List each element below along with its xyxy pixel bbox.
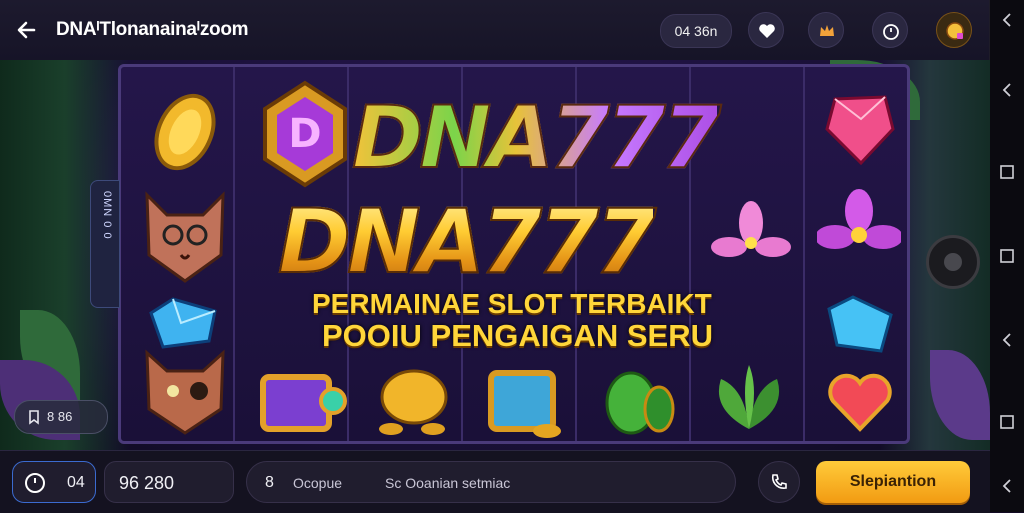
chat-input-placeholder: Sc Ooanian setmiac [385,475,511,491]
reel-divider [233,67,235,441]
recents-nav-icon[interactable] [999,248,1015,264]
green-melon-symbol [605,371,675,435]
game-stage[interactable]: D DNA777 DNA777 PERMAINAE SLOT TERBAIKT … [0,60,990,450]
red-heart-gem-symbol [828,373,892,432]
treasure-chest-symbol [488,370,561,438]
chevron-left-icon-2[interactable] [999,478,1015,494]
stage-info-chip[interactable]: 8 86 [14,400,108,434]
game-logo-main: DNA777 [277,189,657,294]
side-tab-label: 0MN 0 0 [101,191,113,240]
pink-diamond-symbol [825,95,895,166]
back-arrow-icon [17,21,36,39]
stage-chip-value: 8 86 [47,409,73,424]
pink-flower-symbol [817,189,901,249]
favorite-button[interactable] [748,12,784,48]
amount-text: 96 280 [119,473,175,493]
rank-badge-icon [946,22,964,40]
tagline-line-1: PERMAINAE SLOT TERBAIKT [312,288,712,319]
back-button[interactable] [12,14,44,46]
amount-pill[interactable]: 96 280 [104,461,234,503]
bookmark-icon [29,410,39,425]
orchid-flower-symbol [711,201,791,257]
timer-pill[interactable]: 04 [12,461,96,503]
vip-button[interactable] [808,12,844,48]
golden-dumpling-symbol [379,369,448,435]
chevron-left-icon[interactable] [999,12,1015,28]
back-nav-icon[interactable] [999,82,1015,98]
svg-text:D: D [288,111,321,157]
square-nav-icon[interactable] [999,414,1015,430]
app-title: DNAᴵTlonanainaᴵzoom [56,19,249,40]
home-nav-icon[interactable] [999,164,1015,180]
crown-icon [820,25,834,36]
blue-crystal-right-symbol [827,295,893,353]
clock-icon [25,473,45,493]
back-nav-icon-2[interactable] [999,332,1015,348]
blue-crystal-symbol [149,297,217,349]
timer-button[interactable] [872,12,908,48]
d-gem-badge-symbol: D [263,80,347,188]
gift-box-symbol [260,374,347,432]
wolf-with-glasses-symbol [145,191,225,283]
chat-input-prefix: 8 [265,474,274,491]
phone-icon [771,474,787,489]
game-logo-top: DNA777 [351,87,722,189]
gold-coin-symbol [154,93,216,171]
top-bar: DNAᴵTlonanainaᴵzoom 04 36n [0,0,990,61]
reel-divider [803,67,805,441]
profile-badge-button[interactable] [936,12,972,48]
side-drawer-tab[interactable]: 0MN 0 0 [90,180,120,308]
joystick-control[interactable] [926,235,980,289]
wolf-eyepatch-symbol [145,349,225,435]
timer-pill-text: 04 [67,474,85,491]
primary-action-button[interactable]: Slepiantion [816,461,970,503]
heart-icon [759,24,775,38]
chat-input-label: Ocopue [293,475,343,491]
bottom-bar: 04 96 280 8 Ocopue Sc Ooanian setmiac Sl… [0,450,990,513]
call-button[interactable] [758,461,800,503]
timer-icon [883,24,899,40]
system-navigation-bar [989,0,1024,512]
chat-input[interactable]: 8 Ocopue Sc Ooanian setmiac [246,461,736,503]
balance-chip[interactable]: 04 36n [660,14,732,48]
green-leaves-symbol [718,365,780,429]
tagline-line-2: POOIU PENGAIGAN SERU [322,318,713,353]
